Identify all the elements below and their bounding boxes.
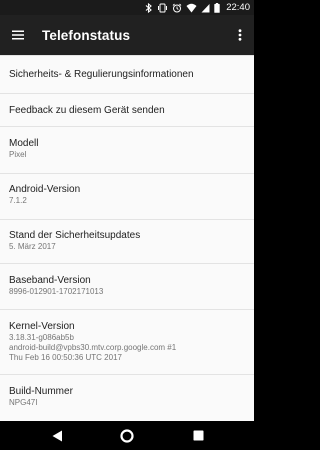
more-vert-icon[interactable] bbox=[228, 15, 252, 55]
list-item-build-number[interactable]: Build-Nummer NPG47I bbox=[0, 375, 254, 421]
signal-icon bbox=[201, 3, 210, 13]
list-item-model[interactable]: Modell Pixel bbox=[0, 127, 254, 174]
list-item-title: Baseband-Version bbox=[9, 275, 91, 286]
page-title: Telefonstatus bbox=[42, 27, 131, 43]
list-item-subtitle: Thu Feb 16 00:50:36 UTC 2017 bbox=[9, 353, 122, 362]
bluetooth-icon bbox=[145, 2, 153, 13]
wifi-icon bbox=[186, 3, 197, 13]
settings-list: Sicherheits- & Regulierungsinformationen… bbox=[0, 55, 254, 421]
list-item-subtitle: NPG47I bbox=[9, 398, 38, 407]
list-item-title: Feedback zu diesem Gerät senden bbox=[9, 104, 165, 116]
status-bar: 22:40 bbox=[0, 0, 254, 15]
battery-icon bbox=[214, 2, 220, 13]
list-item-subtitle: 5. März 2017 bbox=[9, 242, 56, 251]
menu-icon[interactable] bbox=[0, 15, 38, 55]
list-item-baseband-version[interactable]: Baseband-Version 8996-012901-1702171013 bbox=[0, 264, 254, 310]
list-item-subtitle: android-build@vpbs30.mtv.corp.google.com… bbox=[9, 343, 177, 352]
vibrate-icon bbox=[157, 3, 168, 13]
app-toolbar: Telefonstatus bbox=[0, 15, 254, 55]
list-item-title: Android-Version bbox=[9, 184, 81, 195]
back-icon[interactable] bbox=[42, 421, 72, 450]
list-item-safety-regulatory[interactable]: Sicherheits- & Regulierungsinformationen bbox=[0, 56, 254, 94]
list-item-title: Stand der Sicherheitsupdates bbox=[9, 230, 141, 241]
list-item-title: Sicherheits- & Regulierungsinformationen bbox=[9, 69, 194, 80]
recents-icon[interactable] bbox=[183, 421, 213, 450]
navigation-bar bbox=[0, 421, 254, 450]
list-item-subtitle: 7.1.2 bbox=[9, 196, 27, 205]
list-item-subtitle: 8996-012901-1702171013 bbox=[9, 287, 104, 296]
list-item-kernel-version[interactable]: Kernel-Version 3.18.31-g086ab5b android-… bbox=[0, 310, 254, 375]
list-item-send-feedback[interactable]: Feedback zu diesem Gerät senden bbox=[0, 94, 254, 127]
list-item-title: Modell bbox=[9, 138, 39, 149]
list-item-title: Build-Nummer bbox=[9, 386, 73, 397]
list-item-security-patch[interactable]: Stand der Sicherheitsupdates 5. März 201… bbox=[0, 220, 254, 264]
list-item-title: Kernel-Version bbox=[9, 321, 75, 332]
alarm-icon bbox=[172, 3, 182, 13]
status-clock: 22:40 bbox=[226, 2, 250, 13]
list-item-android-version[interactable]: Android-Version 7.1.2 bbox=[0, 174, 254, 220]
list-item-subtitle: Pixel bbox=[9, 150, 27, 159]
list-item-subtitle: 3.18.31-g086ab5b bbox=[9, 333, 74, 342]
phone-screen: 22:40 Telefonstatus Sicherheits- & Regul… bbox=[0, 0, 254, 450]
home-icon[interactable] bbox=[112, 421, 142, 450]
